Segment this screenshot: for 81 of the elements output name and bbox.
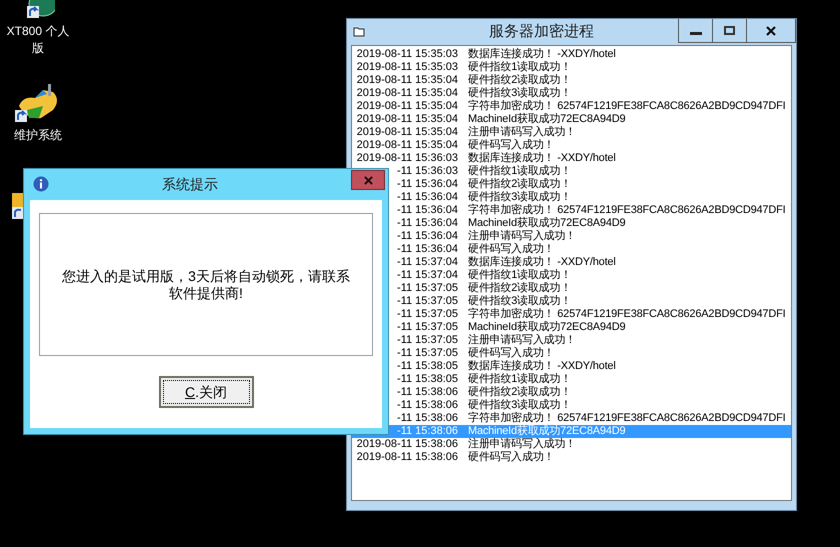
log-time: -11 15:36:04 <box>397 178 458 191</box>
log-row[interactable]: 2019-08-11 15:38:06 注册申请码写入成功！ <box>352 438 791 451</box>
log-message: MachineId获取成功72EC8A94D9 <box>468 425 626 438</box>
log-time: 2019-08-11 15:35:03 <box>356 48 458 61</box>
log-message: MachineId获取成功72EC8A94D9 <box>468 113 626 126</box>
log-time: 2019-08-11 15:35:03 <box>356 61 458 74</box>
log-time: 2019-08-11 15:38:06 <box>356 451 458 464</box>
log-message: 硬件指纹1读取成功！ <box>468 165 572 178</box>
log-time: -11 15:36:03 <box>397 165 458 178</box>
desktop-icon-label[interactable]: XT800 个人版 <box>0 23 76 57</box>
log-time: -11 15:37:05 <box>397 347 458 360</box>
log-time: -11 15:37:04 <box>397 269 458 282</box>
log-time: 2019-08-11 15:35:04 <box>356 74 458 87</box>
log-row[interactable]: 2019-08-11 15:35:03 硬件指纹1读取成功！ <box>352 61 791 74</box>
log-message: 硬件码写入成功！ <box>468 451 554 464</box>
log-time: -11 15:38:05 <box>397 360 458 373</box>
log-message: 注册申请码写入成功！ <box>468 334 576 347</box>
log-time: -11 15:37:04 <box>397 256 458 269</box>
log-message: 注册申请码写入成功！ <box>468 438 576 451</box>
log-message: 硬件码写入成功！ <box>468 243 554 256</box>
log-message: 字符串加密成功！ 62574F1219FE38FCA8C8626A2BD9CD947DFI <box>468 204 786 217</box>
log-time: -11 15:37:05 <box>397 282 458 295</box>
log-time: -11 15:38:06 <box>397 425 458 438</box>
log-time: -11 15:37:05 <box>397 295 458 308</box>
log-message: 字符串加密成功！ 62574F1219FE38FCA8C8626A2BD9CD947DFI <box>468 308 786 321</box>
log-time: -11 15:36:04 <box>397 230 458 243</box>
log-message: 注册申请码写入成功！ <box>468 126 576 139</box>
log-time: 2019-08-11 15:36:03 <box>356 152 458 165</box>
log-message: 注册申请码写入成功！ <box>468 230 576 243</box>
log-row[interactable]: 2019-08-11 15:35:03 数据库连接成功！ -XXDY/hotel <box>352 48 791 61</box>
log-time: 2019-08-11 15:38:06 <box>356 438 458 451</box>
log-message: 硬件指纹1读取成功！ <box>468 61 572 74</box>
log-time: -11 15:38:06 <box>397 412 458 425</box>
log-row[interactable]: 2019-08-11 15:35:04 注册申请码写入成功！ <box>352 126 791 139</box>
log-message: 硬件指纹1读取成功！ <box>468 373 572 386</box>
log-message: MachineId获取成功72EC8A94D9 <box>468 217 626 230</box>
desktop-icon-label[interactable]: 维护系统 <box>10 127 66 144</box>
log-row[interactable]: 2019-08-11 15:35:04 硬件码写入成功！ <box>352 139 791 152</box>
log-time: -11 15:36:04 <box>397 191 458 204</box>
log-message: 硬件码写入成功！ <box>468 139 554 152</box>
log-row[interactable]: 2019-08-11 15:38:06 硬件码写入成功！ <box>352 451 791 464</box>
log-time: 2019-08-11 15:35:04 <box>356 100 458 113</box>
log-time: 2019-08-11 15:35:04 <box>356 113 458 126</box>
log-message: 硬件指纹2读取成功！ <box>468 74 572 87</box>
log-time: -11 15:36:04 <box>397 204 458 217</box>
log-row[interactable]: 2019-08-11 15:35:04 MachineId获取成功72EC8A94D9 <box>352 113 791 126</box>
log-message: 硬件指纹3读取成功！ <box>468 295 572 308</box>
log-message: 硬件指纹3读取成功！ <box>468 87 572 100</box>
log-message: 字符串加密成功！ 62574F1219FE38FCA8C8626A2BD9CD947DFI <box>468 412 786 425</box>
log-time: -11 15:36:04 <box>397 243 458 256</box>
log-row[interactable]: 2019-08-11 15:35:04 硬件指纹3读取成功！ <box>352 87 791 100</box>
log-message: 数据库连接成功！ -XXDY/hotel <box>468 152 616 165</box>
log-message: 硬件指纹3读取成功！ <box>468 399 572 412</box>
log-time: -11 15:37:05 <box>397 334 458 347</box>
window-title: 服务器加密进程 <box>488 22 595 42</box>
log-time: -11 15:38:06 <box>397 386 458 399</box>
log-message: 字符串加密成功！ 62574F1219FE38FCA8C8626A2BD9CD947DFI <box>468 100 786 113</box>
log-message: 硬件指纹3读取成功！ <box>468 191 572 204</box>
log-row[interactable]: 2019-08-11 15:35:04 硬件指纹2读取成功！ <box>352 74 791 87</box>
log-message: 硬件指纹2读取成功！ <box>468 386 572 399</box>
log-message: 硬件码写入成功！ <box>468 347 554 360</box>
log-message: 硬件指纹2读取成功！ <box>468 178 572 191</box>
log-message: MachineId获取成功72EC8A94D9 <box>468 321 626 334</box>
log-time: -11 15:37:05 <box>397 321 458 334</box>
log-message: 硬件指纹1读取成功！ <box>468 269 572 282</box>
close-dialog-button[interactable]: C.关闭 <box>158 376 254 408</box>
log-message: 数据库连接成功！ -XXDY/hotel <box>468 360 616 373</box>
log-row[interactable]: 2019-08-11 15:36:03 数据库连接成功！ -XXDY/hotel <box>352 152 791 165</box>
log-time: -11 15:37:05 <box>397 308 458 321</box>
dialog-message: 您进入的是试用版，3天后将自动锁死，请联系软件提供商! <box>61 268 351 302</box>
log-time: 2019-08-11 15:35:04 <box>356 139 458 152</box>
log-message: 数据库连接成功！ -XXDY/hotel <box>468 256 616 269</box>
log-time: -11 15:38:06 <box>397 399 458 412</box>
log-row[interactable]: 2019-08-11 15:35:04 字符串加密成功！ 62574F1219FE38FCA8C8626A2BD9CD947DFI <box>352 100 791 113</box>
log-time: -11 15:36:04 <box>397 217 458 230</box>
log-time: 2019-08-11 15:35:04 <box>356 126 458 139</box>
log-time: -11 15:38:05 <box>397 373 458 386</box>
dialog-title: 系统提示 <box>161 174 219 194</box>
log-message: 硬件指纹2读取成功！ <box>468 282 572 295</box>
log-time: 2019-08-11 15:35:04 <box>356 87 458 100</box>
log-message: 数据库连接成功！ -XXDY/hotel <box>468 48 616 61</box>
